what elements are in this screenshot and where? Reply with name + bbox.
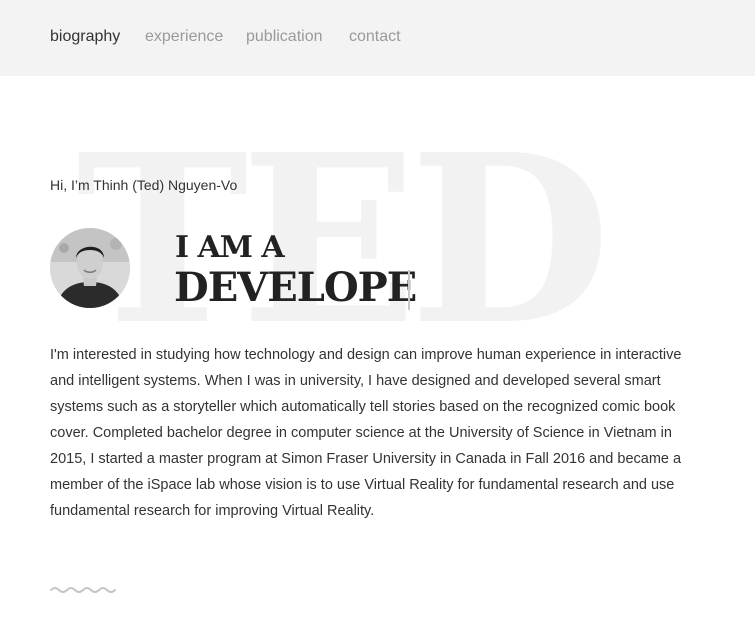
biography-paragraph: I'm interested in studying how technolog… bbox=[50, 347, 682, 519]
avatar bbox=[50, 228, 130, 308]
profile-photo-icon bbox=[50, 228, 130, 308]
wavy-divider-icon bbox=[50, 587, 116, 593]
greeting-text: Hi, I’m Thinh (Ted) Nguyen-Vo bbox=[50, 177, 238, 193]
top-navbar: biography experience publication contact bbox=[0, 0, 755, 76]
typing-cursor bbox=[408, 270, 410, 310]
name-watermark: TED bbox=[76, 103, 611, 376]
headline-role: DEVELOPE bbox=[174, 264, 417, 311]
nav-biography-link[interactable]: biography bbox=[50, 27, 120, 47]
headline-intro: I AM A bbox=[175, 230, 285, 265]
nav-publication-link[interactable]: publication bbox=[246, 27, 323, 47]
nav-experience-link[interactable]: experience bbox=[145, 27, 223, 47]
nav-contact-link[interactable]: contact bbox=[349, 27, 401, 47]
